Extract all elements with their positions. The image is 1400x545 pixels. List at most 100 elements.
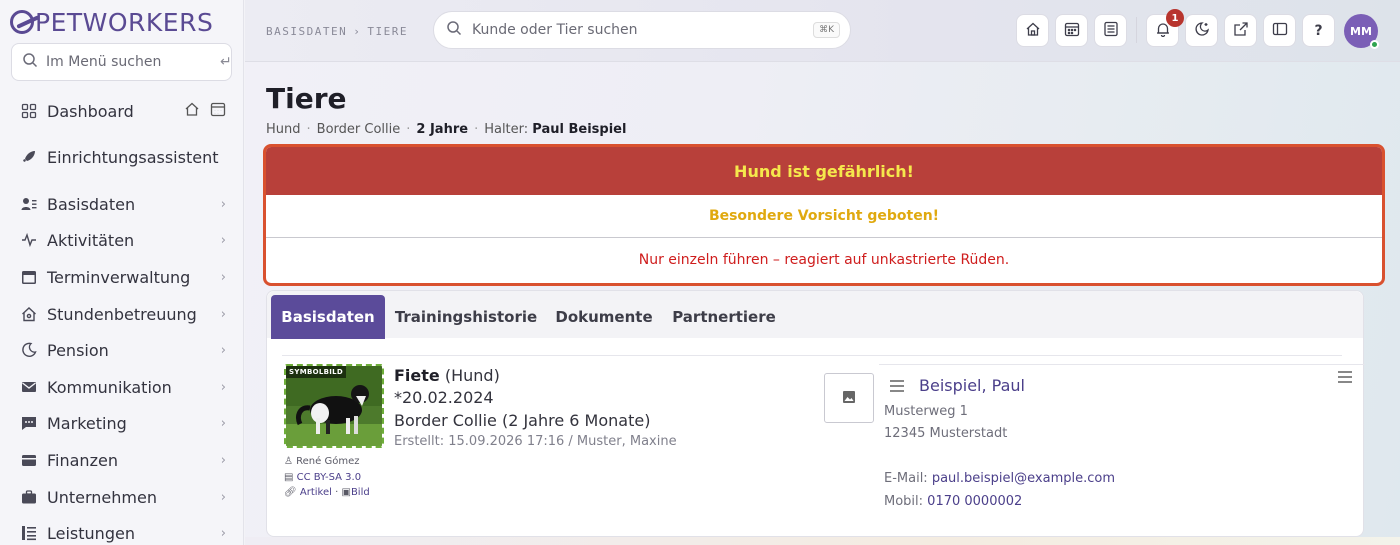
email-label: E-Mail:: [884, 471, 928, 486]
pet-birthdate: *20.02.2024: [394, 388, 494, 407]
sidebar-item-dashboard[interactable]: Dashboard: [0, 93, 244, 129]
online-status-dot: [1370, 40, 1379, 49]
sidebar-item-label: Leistungen: [47, 523, 135, 543]
open-external-button[interactable]: [1224, 14, 1257, 47]
credit-image-link[interactable]: Bild: [351, 487, 370, 498]
danger-alert: Hund ist gefährlich! Besondere Vorsicht …: [263, 144, 1385, 286]
credit-license-link[interactable]: CC BY-SA 3.0: [297, 472, 361, 483]
sidebar-item-einrichtungsassistent[interactable]: Einrichtungsassistent: [0, 139, 244, 175]
sidebar-item-leistungen[interactable]: Leistungen ›: [0, 515, 244, 545]
users-list-icon: [20, 195, 38, 213]
sidebar-item-label: Marketing: [47, 413, 127, 433]
briefcase-icon: [20, 488, 38, 506]
page-title: Tiere: [266, 82, 347, 115]
pet-detail-card: Basisdaten Trainingshistorie Dokumente P…: [266, 290, 1365, 537]
divider: [879, 364, 1365, 365]
notification-badge: 1: [1166, 9, 1184, 27]
chevron-right-icon: ›: [220, 196, 226, 212]
chevron-right-icon: ›: [220, 452, 226, 468]
license-icon: ▤: [284, 471, 294, 483]
sidebar-item-terminverwaltung[interactable]: Terminverwaltung ›: [0, 259, 244, 295]
calendar-grid-icon[interactable]: [210, 101, 226, 121]
owner-name-link[interactable]: Beispiel, Paul: [919, 376, 1025, 395]
moon-stars-icon: [1194, 21, 1210, 41]
help-button[interactable]: ?: [1302, 14, 1335, 47]
wallet-icon: [20, 451, 38, 469]
tab-partnertiere[interactable]: Partnertiere: [667, 295, 781, 339]
calendar-button[interactable]: [1055, 14, 1088, 47]
chat-icon: [20, 414, 38, 432]
calendar-grid-icon: [1064, 21, 1080, 41]
rocket-icon: [20, 148, 38, 166]
sidebar-item-marketing[interactable]: Marketing ›: [0, 405, 244, 441]
pet-age: 2 Jahre: [416, 122, 469, 137]
sidebar-item-label: Einrichtungsassistent: [47, 147, 219, 167]
chevron-right-icon: ›: [220, 379, 226, 395]
alert-subline: Besondere Vorsicht geboten!: [266, 195, 1382, 238]
search-icon: [446, 20, 464, 40]
chevron-right-icon: ›: [220, 306, 226, 322]
chevron-right-icon: ›: [220, 232, 226, 248]
owner-name[interactable]: Paul Beispiel: [532, 122, 626, 137]
owner-mobile-link[interactable]: 0170 0000002: [927, 494, 1022, 509]
breadcrumb-item: TIERE: [367, 25, 408, 38]
moon-icon: [20, 341, 38, 359]
theme-toggle-button[interactable]: [1185, 14, 1218, 47]
pet-species: Hund: [266, 122, 301, 137]
tab-bar: Basisdaten Trainingshistorie Dokumente P…: [267, 291, 1363, 339]
owner-image-placeholder[interactable]: [824, 373, 874, 423]
mobile-label: Mobil:: [884, 494, 924, 509]
list-icon: [20, 524, 38, 542]
credit-author: René Gómez: [296, 456, 360, 467]
user-avatar[interactable]: MM: [1344, 14, 1379, 49]
sidebar-item-aktivitaeten[interactable]: Aktivitäten ›: [0, 222, 244, 258]
breadcrumb-separator: ›: [353, 25, 362, 38]
link-icon: 🔗︎: [284, 487, 297, 498]
tab-dokumente[interactable]: Dokumente: [549, 295, 659, 339]
sidebar: PETWORKERS ↵ Dashboard Einrichtungsassis…: [0, 0, 244, 545]
search-icon: [22, 52, 38, 72]
alert-message: Nur einzeln führen – reagiert auf unkast…: [638, 251, 1010, 268]
home-icon: [1025, 21, 1041, 41]
sidebar-item-label: Pension: [47, 340, 109, 360]
owner-street: Musterweg 1: [884, 404, 968, 419]
sidebar-item-unternehmen[interactable]: Unternehmen ›: [0, 479, 244, 515]
owner-mobile-row: Mobil: 0170 0000002: [884, 494, 1022, 509]
sidebar-item-pension[interactable]: Pension ›: [0, 332, 244, 368]
sidebar-item-basisdaten[interactable]: Basisdaten ›: [0, 186, 244, 222]
chevron-right-icon: ›: [220, 489, 226, 505]
menu-search-input[interactable]: [46, 54, 220, 70]
list-button[interactable]: [1094, 14, 1127, 47]
sidebar-item-finanzen[interactable]: Finanzen ›: [0, 442, 244, 478]
chevron-right-icon: ›: [220, 269, 226, 285]
hamburger-icon: [1337, 369, 1353, 388]
owner-city: 12345 Musterstadt: [884, 426, 1008, 441]
external-link-icon: [1233, 21, 1249, 41]
breadcrumb-item[interactable]: BASISDATEN: [266, 25, 347, 38]
sidebar-toggle-button[interactable]: [1263, 14, 1296, 47]
pet-species-paren: (Hund): [444, 366, 500, 385]
pet-breed: Border Collie: [316, 122, 401, 137]
sidebar-item-label: Basisdaten: [47, 194, 136, 214]
app-logo[interactable]: PETWORKERS: [10, 7, 213, 37]
home-icon[interactable]: [184, 101, 200, 121]
alert-headline: Hund ist gefährlich!: [266, 147, 1382, 195]
pet-photo[interactable]: SYMBOLBILD: [284, 364, 384, 448]
sidebar-item-stundenbetreuung[interactable]: Stundenbetreuung ›: [0, 296, 244, 332]
credit-article-link[interactable]: Artikel: [300, 487, 332, 498]
sidebar-item-kommunikation[interactable]: Kommunikation ›: [0, 369, 244, 405]
owner-menu-button[interactable]: [1337, 369, 1353, 388]
enter-key-icon: ↵: [220, 54, 232, 70]
photo-credits: ♙ René Gómez ▤ CC BY-SA 3.0 🔗︎ Artikel ·…: [284, 456, 370, 498]
pet-name: Fiete: [394, 366, 440, 385]
pet-breed-age: Border Collie (2 Jahre 6 Monate): [394, 411, 651, 430]
sidebar-item-label: Stundenbetreuung: [47, 304, 197, 324]
search-shortcut: ⌘K: [813, 22, 840, 38]
house-icon: [20, 305, 38, 323]
tab-basisdaten[interactable]: Basisdaten: [271, 295, 385, 339]
global-search-input[interactable]: [472, 22, 814, 38]
sidebar-item-label: Unternehmen: [47, 487, 157, 507]
home-button[interactable]: [1016, 14, 1049, 47]
owner-email-link[interactable]: paul.beispiel@example.com: [932, 471, 1115, 486]
tab-trainingshistorie[interactable]: Trainingshistorie: [391, 295, 541, 339]
